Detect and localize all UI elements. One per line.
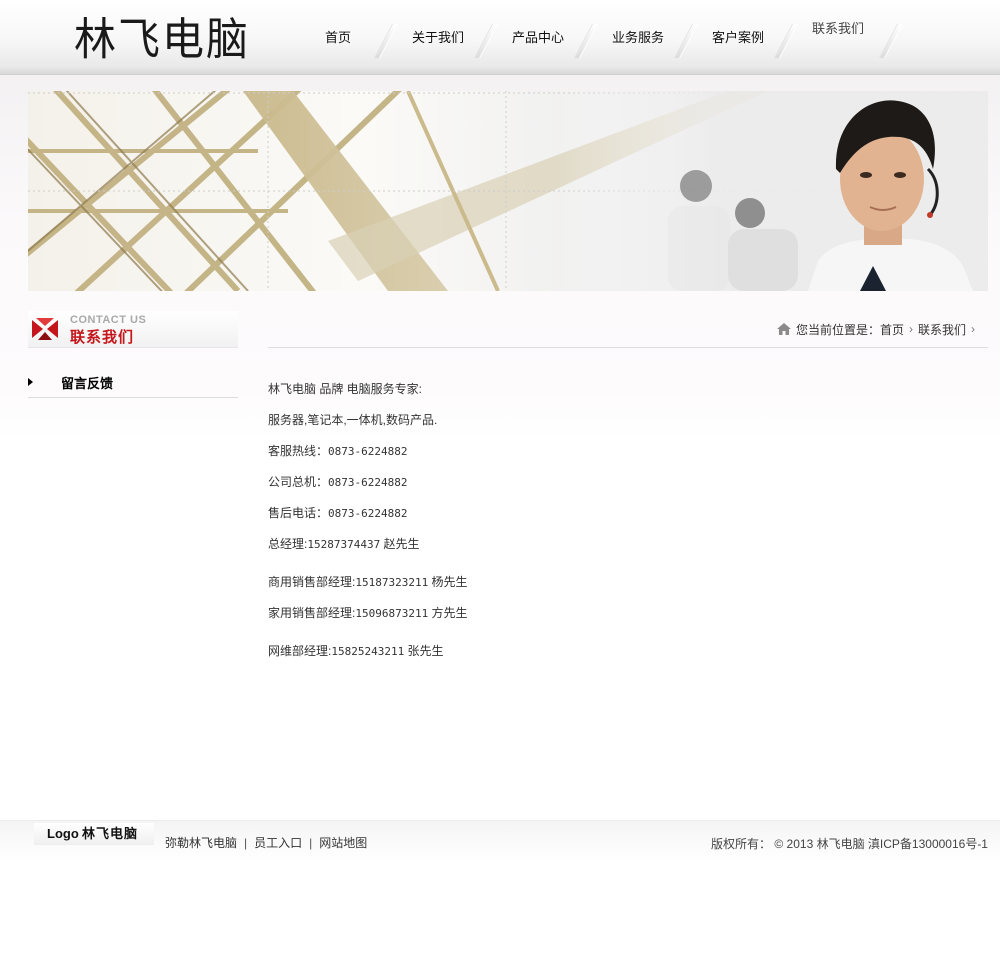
footer-link-sitemap[interactable]: 网站地图 (319, 836, 367, 850)
footer-divider: | (244, 836, 248, 850)
nav-cases[interactable]: 客户案例 (693, 28, 783, 48)
site-logo[interactable]: 林飞电脑 (74, 13, 250, 68)
nav-home[interactable]: 首页 (293, 28, 383, 48)
site-footer: Logo 林飞电脑 弥勒林飞电脑 | 员工入口 | 网站地图 版权所有： © 2013 … (0, 820, 1000, 863)
sidebar-item-feedback[interactable]: 留言反馈 (28, 368, 238, 398)
content-line-intro: 林飞电脑 品牌 电脑服务专家: (268, 382, 423, 396)
chevron-right-icon: › (971, 322, 975, 336)
content-line-products: 服务器,笔记本,一体机,数码产品. (268, 413, 438, 427)
content-line-hotline: 客服热线：0873-6224882 (268, 444, 408, 458)
breadcrumb-home[interactable]: 首页 (880, 321, 904, 338)
contact-logo-icon (32, 318, 58, 340)
footer-links: 弥勒林飞电脑 | 员工入口 | 网站地图 (165, 834, 367, 851)
nav-contact[interactable]: 联系我们 (793, 19, 883, 39)
content-line-gm: 总经理:15287374437 赵先生 (268, 537, 420, 551)
footer-copyright: 版权所有： © 2013 林飞电脑 滇ICP备13000016号-1 (711, 837, 988, 851)
footer-logo-cn: 林飞电脑 (82, 826, 139, 841)
footer-divider: | (309, 836, 313, 850)
content-line-commercial-sales: 商用销售部经理:15187323211 杨先生 (268, 575, 468, 589)
content-line-switchboard: 公司总机：0873-6224882 (268, 475, 408, 489)
footer-logo-en: Logo (47, 826, 79, 841)
home-icon (776, 323, 791, 335)
footer-link-staff[interactable]: 员工入口 (254, 836, 302, 850)
nav-services[interactable]: 业务服务 (593, 28, 683, 48)
hero-banner (28, 91, 988, 291)
content-line-home-sales: 家用销售部经理:15096873211 方先生 (268, 606, 468, 620)
footer-link-home[interactable]: 弥勒林飞电脑 (165, 836, 237, 850)
breadcrumb-current[interactable]: 联系我们 (918, 321, 966, 338)
sidebar-item-label: 留言反馈 (61, 376, 114, 391)
chevron-right-icon: › (908, 322, 913, 336)
banner-image (28, 91, 988, 291)
breadcrumb: 您当前位置是： 首页 › 联系我们 › (268, 317, 988, 348)
nav-about[interactable]: 关于我们 (393, 28, 483, 48)
site-header: 林飞电脑 首页 关于我们 产品中心 业务服务 客户案例 联系我们 (0, 0, 1000, 75)
nav-products[interactable]: 产品中心 (493, 28, 583, 48)
footer-logo[interactable]: Logo 林飞电脑 (34, 823, 154, 845)
breadcrumb-prefix: 您当前位置是： (795, 322, 880, 337)
content-line-network: 网维部经理:15825243211 张先生 (268, 644, 444, 658)
content-line-aftersales: 售后电话：0873-6224882 (268, 506, 408, 520)
triangle-right-icon (28, 378, 33, 386)
sidebar-title: CONTACT US 联系我们 (28, 311, 238, 348)
sidebar-title-en: CONTACT US (70, 314, 147, 326)
sidebar-title-cn: 联系我们 (70, 329, 135, 346)
